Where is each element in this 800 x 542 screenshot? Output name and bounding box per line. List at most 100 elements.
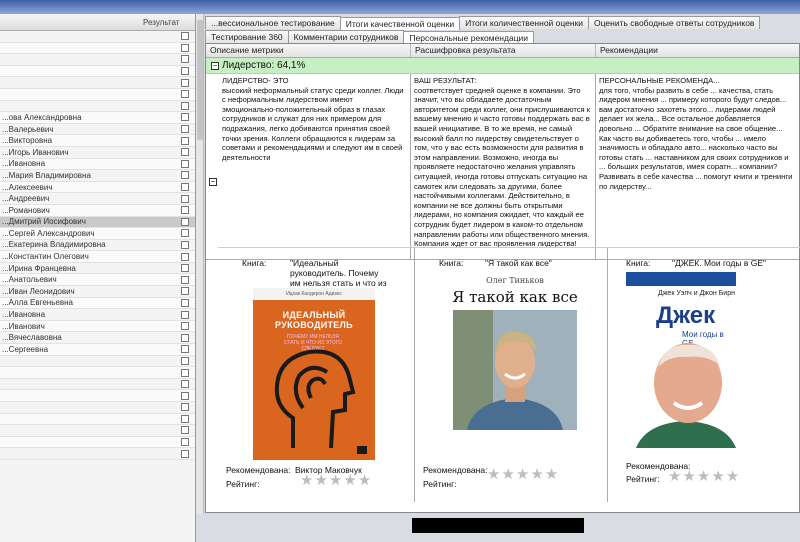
employee-row[interactable]: ...Ирина Францевна (0, 263, 195, 275)
tab-professional-testing[interactable]: ...вессиональное тестирование (205, 16, 341, 29)
employee-row[interactable] (0, 448, 195, 460)
employee-checkbox[interactable] (181, 310, 189, 319)
employee-checkbox[interactable] (181, 449, 189, 458)
star-icon[interactable]: ★ (726, 469, 739, 484)
employee-row[interactable]: ...Иванович (0, 320, 195, 333)
employee-row[interactable]: ...Валерьевич (0, 124, 195, 136)
employee-checkbox[interactable] (181, 101, 189, 110)
star-icon[interactable]: ★ (668, 469, 681, 484)
tab-employee-comments[interactable]: Комментарии сотрудников (287, 30, 405, 43)
employee-row[interactable]: ...Иван Леонидович (0, 286, 195, 298)
employee-row[interactable] (0, 65, 195, 78)
star-icon[interactable]: ★ (530, 467, 543, 482)
employee-checkbox[interactable] (181, 240, 189, 249)
scrollbar-thumb[interactable] (197, 20, 203, 140)
employee-checkbox[interactable] (181, 391, 189, 400)
employee-row[interactable] (0, 379, 195, 391)
employee-checkbox[interactable] (181, 148, 189, 157)
star-icon[interactable]: ★ (487, 467, 500, 482)
collapse-icon[interactable]: − (211, 61, 219, 70)
employee-checkbox[interactable] (181, 333, 189, 342)
employee-row[interactable]: ...Ивановна (0, 158, 195, 171)
employee-row[interactable]: ...Ивановна (0, 309, 195, 321)
tab-quantity-results[interactable]: Итоги количественной оценки (459, 16, 590, 29)
employee-row[interactable]: ...Екатерина Владимировна (0, 240, 195, 252)
employee-checkbox[interactable] (181, 345, 189, 354)
employee-row[interactable] (0, 54, 195, 66)
rating-stars[interactable]: ★ ★ ★ ★ ★ (300, 473, 371, 488)
employee-checkbox[interactable] (181, 90, 189, 99)
row-collapse-icon[interactable]: − (209, 178, 217, 186)
employee-row[interactable] (0, 42, 195, 55)
column-metric-description[interactable]: Описание метрики (206, 44, 411, 57)
employee-checkbox[interactable] (181, 264, 189, 273)
star-icon[interactable]: ★ (516, 467, 529, 482)
employee-checkbox[interactable] (181, 171, 189, 180)
column-recommendations[interactable]: Рекомендации (596, 44, 799, 57)
employee-checkbox[interactable] (181, 32, 189, 41)
employee-checkbox[interactable] (181, 78, 189, 87)
star-icon[interactable]: ★ (300, 473, 313, 488)
tab-free-answers[interactable]: Оценить свободные ответы сотрудников (588, 16, 761, 29)
rating-stars[interactable]: ★ ★ ★ ★ ★ (668, 469, 739, 484)
tab-testing-360[interactable]: Тестирование 360 (205, 30, 289, 43)
employee-checkbox[interactable] (181, 322, 189, 331)
employee-row[interactable]: ...Сергеевна (0, 344, 195, 356)
employee-checkbox[interactable] (181, 403, 189, 412)
employee-checkbox[interactable] (181, 252, 189, 261)
employee-checkbox[interactable] (181, 67, 189, 76)
employee-row[interactable] (0, 390, 195, 402)
group-row-leadership[interactable]: − Лидерство: 64,1% (206, 58, 799, 74)
star-icon[interactable]: ★ (682, 469, 695, 484)
book-cover-image[interactable]: Ицхак Калдерон Адизес ИДЕАЛЬНЫЙ РУКОВОДИ… (253, 288, 375, 460)
employee-row[interactable] (0, 367, 195, 379)
employee-checkbox[interactable] (181, 298, 189, 307)
employee-row[interactable]: ...Алла Евгеньевна (0, 297, 195, 310)
employee-checkbox[interactable] (181, 55, 189, 64)
employee-row[interactable]: ...Мария Владимировна (0, 170, 195, 182)
star-icon[interactable]: ★ (711, 469, 724, 484)
employee-checkbox[interactable] (181, 113, 189, 122)
star-icon[interactable]: ★ (501, 467, 514, 482)
employee-row[interactable] (0, 402, 195, 414)
star-icon[interactable]: ★ (314, 473, 327, 488)
employee-checkbox[interactable] (181, 275, 189, 284)
employee-checkbox[interactable] (181, 43, 189, 52)
employee-checkbox[interactable] (181, 380, 189, 389)
employee-checkbox[interactable] (181, 414, 189, 423)
employee-row[interactable] (0, 31, 195, 43)
employee-checkbox[interactable] (181, 426, 189, 435)
column-result-explanation[interactable]: Расшифровка результата (411, 44, 596, 57)
employee-row[interactable]: ...Сергей Александрович (0, 228, 195, 240)
employee-row[interactable]: ...Викторовна (0, 135, 195, 147)
employee-row[interactable] (0, 101, 195, 113)
employee-row[interactable] (0, 356, 195, 368)
employee-checkbox[interactable] (181, 136, 189, 145)
employee-row[interactable]: ...ова Александровна (0, 112, 195, 124)
rating-stars[interactable]: ★ ★ ★ ★ ★ (487, 467, 558, 482)
employee-checkbox[interactable] (181, 194, 189, 203)
result-column-header[interactable]: Результат (143, 18, 181, 27)
employee-row[interactable] (0, 77, 195, 89)
employee-checkbox[interactable] (181, 438, 189, 447)
employee-row[interactable] (0, 413, 195, 426)
star-icon[interactable]: ★ (358, 473, 371, 488)
employee-checkbox[interactable] (181, 159, 189, 168)
employee-checkbox[interactable] (181, 206, 189, 215)
employee-checkbox[interactable] (181, 368, 189, 377)
employee-row[interactable]: ...Алексеевич (0, 181, 195, 194)
employee-row[interactable]: ...Анатольевич (0, 274, 195, 287)
employee-checkbox[interactable] (181, 125, 189, 134)
employee-row[interactable]: ...Андреевич (0, 193, 195, 205)
book-cover-image[interactable]: Джек Уэлч и Джон Бирн Джек Мои годы в GE (626, 272, 736, 448)
employee-list-scrollbar[interactable] (196, 14, 204, 514)
star-icon[interactable]: ★ (343, 473, 356, 488)
employee-row[interactable]: ...Вячеславовна (0, 332, 195, 345)
employee-checkbox[interactable] (181, 287, 189, 296)
star-icon[interactable]: ★ (697, 469, 710, 484)
employee-checkbox[interactable] (181, 217, 189, 226)
employee-checkbox[interactable] (181, 183, 189, 192)
employee-row[interactable] (0, 436, 195, 449)
star-icon[interactable]: ★ (545, 467, 558, 482)
employee-row[interactable]: ...Дмитрий Иосифович (0, 216, 195, 229)
